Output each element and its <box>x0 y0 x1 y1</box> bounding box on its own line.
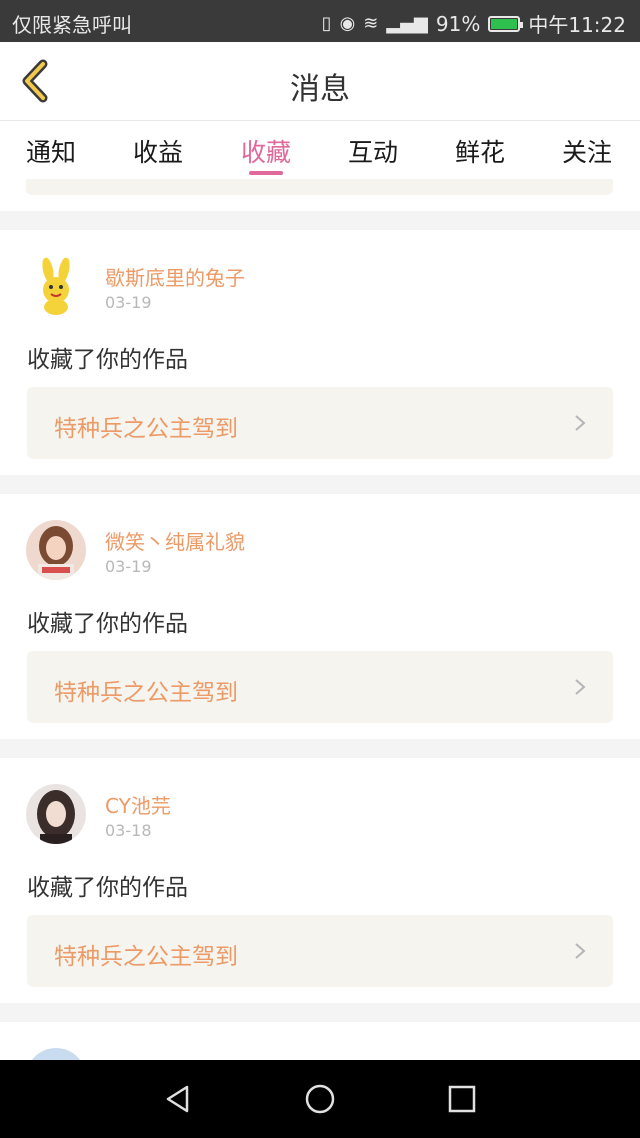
action-text: 收藏了你的作品 <box>27 347 188 373</box>
user-name[interactable]: 微笑丶纯属礼貌 <box>105 526 245 555</box>
item-date: 03-18 <box>105 821 152 840</box>
wifi-icon: ≋ <box>363 13 379 34</box>
tab-flowers[interactable]: 鲜花 <box>455 133 505 169</box>
clock: 中午11:22 <box>528 13 626 37</box>
user-name[interactable]: 歇斯底里的兔子 <box>105 262 245 291</box>
tab-bar: 通知 收益 收藏 互动 鲜花 关注 <box>0 121 640 179</box>
work-link-partial[interactable] <box>26 179 613 195</box>
nav-recents-icon[interactable] <box>448 1085 476 1113</box>
work-link[interactable]: 特种兵之公主驾到 <box>27 915 613 987</box>
list-item: 歇斯底里的兔子 03-19 收藏了你的作品 特种兵之公主驾到 <box>0 230 640 475</box>
list-item: 微笑丶纯属礼貌 03-19 收藏了你的作品 特种兵之公主驾到 <box>0 494 640 739</box>
action-text: 收藏了你的作品 <box>27 875 188 901</box>
message-list: 歇斯底里的兔子 03-19 收藏了你的作品 特种兵之公主驾到 微笑丶纯属礼貌 0… <box>0 179 640 1060</box>
battery-percent: 91% <box>435 11 481 36</box>
status-icons: ▯ ◉ ≋ ▂▄▆ 91% 中午11:22 <box>322 9 626 38</box>
nav-back-icon[interactable] <box>163 1084 193 1114</box>
list-item-partial <box>0 179 640 211</box>
work-link[interactable]: 特种兵之公主驾到 <box>27 651 613 723</box>
work-title: 特种兵之公主驾到 <box>54 680 238 706</box>
chevron-right-icon <box>575 943 586 959</box>
system-nav-bar <box>0 1060 640 1138</box>
action-text: 收藏了你的作品 <box>27 611 188 637</box>
carrier-text: 仅限紧急呼叫 <box>12 13 132 37</box>
item-date: 03-19 <box>105 557 152 576</box>
avatar[interactable] <box>26 520 86 580</box>
nav-home-icon[interactable] <box>304 1083 336 1115</box>
bunny-avatar-icon <box>26 256 86 316</box>
nav-bar: 消息 <box>0 42 640 121</box>
work-link[interactable]: 特种兵之公主驾到 <box>27 387 613 459</box>
tab-follow[interactable]: 关注 <box>562 133 612 169</box>
avatar[interactable] <box>26 784 86 844</box>
vibrate-icon: ▯ <box>321 13 332 34</box>
status-bar: 仅限紧急呼叫 ▯ ◉ ≋ ▂▄▆ 91% 中午11:22 <box>0 0 640 42</box>
tab-earnings[interactable]: 收益 <box>133 133 183 169</box>
battery-icon <box>488 15 524 32</box>
chevron-right-icon <box>575 679 586 695</box>
work-title: 特种兵之公主驾到 <box>54 416 238 442</box>
chevron-right-icon <box>575 415 586 431</box>
tab-favorites[interactable]: 收藏 <box>241 133 291 169</box>
tab-interaction[interactable]: 互动 <box>348 133 398 169</box>
user-name[interactable]: CY池芫 <box>105 790 171 819</box>
list-item-partial <box>0 1022 640 1060</box>
user-photo-icon <box>26 520 86 580</box>
avatar[interactable] <box>26 1048 86 1060</box>
tab-notice[interactable]: 通知 <box>26 133 76 169</box>
list-item: CY池芫 03-18 收藏了你的作品 特种兵之公主驾到 <box>0 758 640 1003</box>
user-photo-icon <box>26 784 86 844</box>
avatar[interactable] <box>26 256 86 316</box>
signal-icon: ▂▄▆ <box>386 13 428 34</box>
active-tab-indicator <box>249 171 283 175</box>
eye-icon: ◉ <box>339 13 356 34</box>
work-title: 特种兵之公主驾到 <box>54 944 238 970</box>
page-title: 消息 <box>290 72 350 107</box>
item-date: 03-19 <box>105 293 152 312</box>
